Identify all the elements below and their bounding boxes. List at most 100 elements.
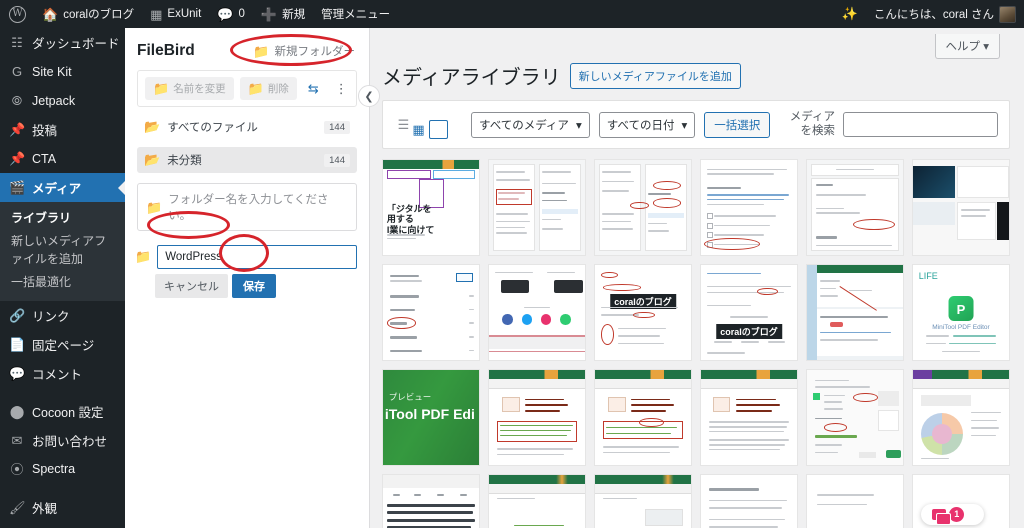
- media-item[interactable]: [912, 369, 1010, 467]
- exunit-menu[interactable]: ▦ ExUnit: [142, 0, 209, 28]
- cancel-button[interactable]: キャンセル: [155, 274, 228, 298]
- avatar: [999, 5, 1016, 23]
- media-item[interactable]: プレビュー iTool PDF Edi: [382, 369, 480, 467]
- pin-icon: 📌: [9, 122, 26, 137]
- media-item[interactable]: [700, 369, 798, 467]
- account-menu[interactable]: こんにちは、coral さん: [866, 0, 1024, 28]
- submenu-item-bulk-optimize[interactable]: 一括最適化: [0, 271, 125, 294]
- menu-separator: [0, 388, 125, 397]
- menu-separator: [0, 484, 125, 493]
- media-item[interactable]: [806, 474, 904, 528]
- sidebar-item-posts[interactable]: 📌 投稿: [0, 115, 125, 144]
- new-folder-name-input[interactable]: [157, 245, 357, 269]
- collapse-panel-button[interactable]: ❮: [358, 85, 380, 107]
- admin-menu-item[interactable]: 管理メニュー: [313, 0, 398, 28]
- sidebar-item-label: CTA: [32, 151, 57, 166]
- bulk-select-button[interactable]: 一括選択: [704, 111, 771, 138]
- greeting-label: こんにちは、coral さん: [873, 9, 994, 21]
- filter-date-label: すべての日付: [606, 119, 675, 132]
- media-item[interactable]: [806, 264, 904, 362]
- site-name-menu[interactable]: 🏠 coralのブログ: [34, 0, 142, 28]
- rename-label: 名前を変更: [173, 83, 226, 95]
- media-item[interactable]: [382, 474, 480, 528]
- media-item[interactable]: 1 保存 ▾: [912, 474, 1010, 528]
- page-icon: 📄: [9, 336, 26, 352]
- media-icon: 🎬: [9, 180, 26, 195]
- chat-badge: 1: [949, 506, 965, 522]
- folder-label: 未分類: [167, 155, 202, 167]
- new-label: 新規: [282, 9, 306, 21]
- sidebar-item-plugins[interactable]: 🔌 プラグイン: [0, 522, 125, 528]
- dashboard-icon: ☷: [11, 35, 23, 50]
- folder-item-all-files[interactable]: 📂 すべてのファイル 144: [137, 114, 357, 140]
- media-item[interactable]: [700, 159, 798, 257]
- cover-title: iTool PDF Edi: [384, 406, 475, 423]
- media-item[interactable]: [594, 159, 692, 257]
- admin-bar: 🏠 coralのブログ ▦ ExUnit 💬 0 ➕ 新規 管理メニュー ✨ こ…: [0, 0, 1024, 28]
- sidebar-item-cocoon-settings[interactable]: ⬤ Cocoon 設定: [0, 397, 125, 426]
- media-item[interactable]: [700, 474, 798, 528]
- wp-logo-menu[interactable]: [0, 0, 34, 28]
- media-item[interactable]: [594, 369, 692, 467]
- media-item[interactable]: [488, 264, 586, 362]
- sidebar-item-label: Cocoon 設定: [32, 405, 104, 420]
- home-icon: 🏠: [42, 6, 59, 22]
- appearance-icon: 🖌: [9, 499, 26, 515]
- sort-az-icon[interactable]: ⇆: [303, 78, 324, 100]
- delete-label: 削除: [267, 83, 289, 95]
- media-item[interactable]: coralのブログ: [700, 264, 798, 362]
- add-new-media-button[interactable]: 新しいメディアファイルを追加: [569, 62, 741, 89]
- search-input[interactable]: [843, 112, 998, 137]
- filter-date-select[interactable]: すべての日付 ▾: [598, 111, 696, 138]
- sidebar-item-links[interactable]: 🔗 リンク: [0, 301, 125, 330]
- folder-count: 144: [324, 153, 350, 167]
- filter-media-type-select[interactable]: すべてのメディア ▾: [471, 111, 590, 138]
- save-button[interactable]: 保存: [232, 274, 276, 298]
- annotation-ellipse: [386, 317, 416, 329]
- media-item[interactable]: [806, 159, 904, 257]
- new-content-menu[interactable]: ➕ 新規: [253, 0, 313, 28]
- sidebar-item-jetpack[interactable]: ⦾ Jetpack: [0, 86, 125, 115]
- sidebar-item-contact[interactable]: ✉ お問い合わせ: [0, 426, 125, 455]
- chat-icon: [932, 508, 952, 525]
- media-item[interactable]: [382, 264, 480, 362]
- list-view-icon[interactable]: ☰: [394, 115, 413, 134]
- sidebar-item-appearance[interactable]: 🖌 外観: [0, 493, 125, 522]
- media-item[interactable]: coralのブログ: [594, 264, 692, 362]
- media-item[interactable]: [806, 369, 904, 467]
- admin-menu-label: 管理メニュー: [321, 9, 391, 21]
- media-item[interactable]: [488, 474, 586, 528]
- sidebar-item-dashboard[interactable]: ☷ ダッシュボード: [0, 28, 125, 57]
- new-folder-button[interactable]: 📁 新規フォルダー: [253, 43, 355, 59]
- folder-count: 144: [324, 120, 350, 134]
- sidebar-item-site-kit[interactable]: G Site Kit: [0, 57, 125, 86]
- media-item[interactable]: [594, 474, 692, 528]
- folder-delete-icon: 📁: [247, 81, 264, 96]
- delete-folder-button[interactable]: 📁 削除: [239, 77, 297, 100]
- help-button[interactable]: ヘルプ ▾: [934, 34, 1000, 59]
- plus-icon: ➕: [260, 6, 278, 22]
- grid-view-icon[interactable]: ▦: [412, 120, 448, 139]
- admin-sidebar-menu: ☷ ダッシュボード G Site Kit ⦾ Jetpack 📌 投稿 📌 CT…: [0, 28, 125, 528]
- sidebar-item-label: Jetpack: [32, 93, 76, 108]
- comments-menu[interactable]: 💬 0: [209, 0, 253, 28]
- media-item[interactable]: [488, 369, 586, 467]
- pdf-app-icon: [948, 296, 974, 322]
- sidebar-item-comments[interactable]: 💬 コメント: [0, 359, 125, 388]
- submenu-item-library[interactable]: ライブラリ: [0, 207, 125, 230]
- media-item[interactable]: [912, 159, 1010, 257]
- sidebar-item-media[interactable]: 🎬 メディア: [0, 173, 125, 202]
- help-label: ヘルプ: [945, 41, 981, 53]
- more-vertical-icon[interactable]: ⋮: [330, 78, 353, 100]
- sparkle-menu[interactable]: ✨: [834, 0, 866, 28]
- sidebar-item-pages[interactable]: 📄 固定ページ: [0, 330, 125, 359]
- rename-folder-button[interactable]: 📁 名前を変更: [145, 77, 234, 100]
- media-item[interactable]: [488, 159, 586, 257]
- media-item[interactable]: 「ジタルを 用する I業に向けて: [382, 159, 480, 257]
- sidebar-item-spectra[interactable]: ⦿ Spectra: [0, 455, 125, 484]
- submenu-item-add-new[interactable]: 新しいメディアファイルを追加: [0, 230, 125, 271]
- folder-search-field[interactable]: 📁 フォルダー名を入力してください。: [137, 183, 357, 231]
- sidebar-item-cta[interactable]: 📌 CTA: [0, 144, 125, 173]
- folder-item-uncategorized[interactable]: 📂 未分類 144: [137, 147, 357, 173]
- media-item[interactable]: LIFE MiniTool PDF Editor: [912, 264, 1010, 362]
